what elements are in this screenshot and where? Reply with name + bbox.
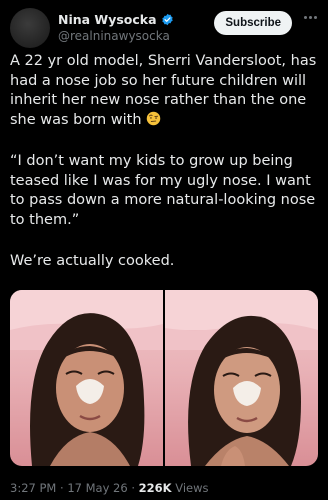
avatar[interactable] xyxy=(10,8,50,48)
meta-separator: · xyxy=(127,481,139,495)
media-grid[interactable] xyxy=(10,290,318,466)
woman-with-nose-bandage-photo[interactable] xyxy=(165,290,318,466)
tweet-date[interactable]: 17 May 26 xyxy=(67,481,127,495)
meta-separator: · xyxy=(56,481,68,495)
subscribe-button[interactable]: Subscribe xyxy=(214,11,292,35)
views-label: Views xyxy=(171,481,209,495)
tweet-paragraph: A 22 yr old model, Sherri Vandersloot, h… xyxy=(10,52,322,152)
tweet-header: Nina Wysocka @realninawysocka Subscribe xyxy=(10,8,318,48)
handle[interactable]: @realninawysocka xyxy=(58,29,174,43)
tweet-paragraph-text: A 22 yr old model, Sherri Vandersloot, h… xyxy=(10,53,317,128)
more-options-icon[interactable] xyxy=(304,16,318,22)
display-name[interactable]: Nina Wysocka xyxy=(58,12,157,27)
views-count[interactable]: 226K xyxy=(139,481,172,495)
tweet-time[interactable]: 3:27 PM xyxy=(10,481,56,495)
author-info: Nina Wysocka @realninawysocka xyxy=(58,10,174,43)
woman-with-nose-bandage-photo[interactable] xyxy=(10,290,163,466)
tweet-meta: 3:27 PM · 17 May 26 · 226K Views xyxy=(10,481,209,495)
tweet-quote: “I don’t want my kids to grow up being t… xyxy=(10,153,316,228)
tweet-paragraph: We’re actually cooked. xyxy=(10,253,175,269)
face-with-raised-eyebrow-emoji xyxy=(146,111,161,125)
tweet-text: A 22 yr old model, Sherri Vandersloot, h… xyxy=(10,52,322,272)
verified-badge-icon xyxy=(161,13,173,25)
